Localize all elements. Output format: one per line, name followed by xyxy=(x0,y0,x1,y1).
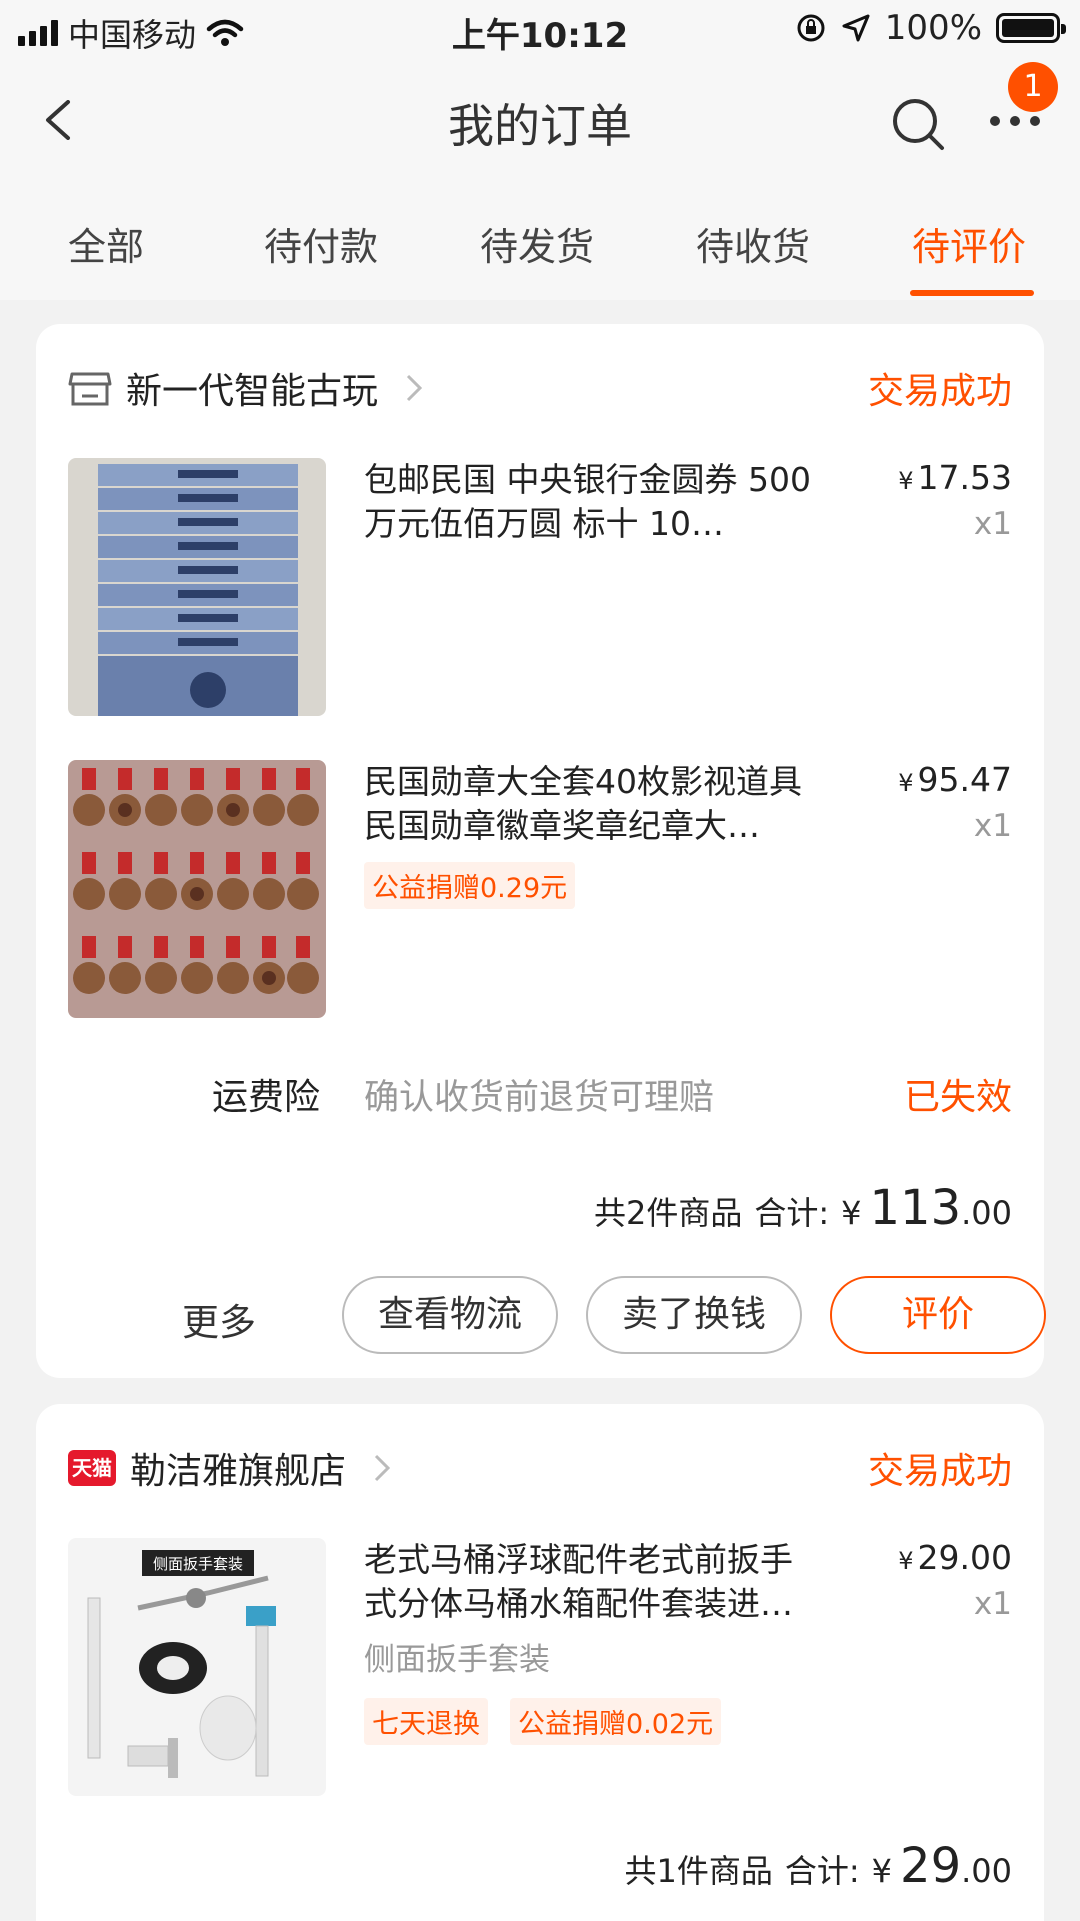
tab-pending-review[interactable]: 待评价 xyxy=(912,216,1026,271)
insurance-description: 确认收货前退货可理赔 xyxy=(364,1077,715,1118)
insurance-label: 运费险 xyxy=(212,1077,321,1118)
charity-tag: 公益捐赠0.29元 xyxy=(364,862,576,909)
order-item[interactable]: 包邮民国 中央银行金圆券 500万元伍佰万圆 标十 10… ¥17.53 x1 xyxy=(68,458,1012,718)
total-currency: ¥ xyxy=(871,1852,893,1890)
charity-tag: 公益捐赠0.02元 xyxy=(510,1698,722,1745)
order-card: 天猫 勒洁雅旗舰店 交易成功 侧面扳手套装 老式马桶浮球配件老式前扳手式分体马桶… xyxy=(36,1404,1044,1921)
product-tags: 公益捐赠0.29元 xyxy=(364,862,576,909)
chevron-right-icon xyxy=(406,374,423,402)
view-logistics-button[interactable]: 查看物流 xyxy=(342,1276,558,1354)
shop-header[interactable]: 天猫 勒洁雅旗舰店 交易成功 xyxy=(68,1438,1012,1498)
status-bar: 中国移动 上午10:12 100% xyxy=(0,0,1080,60)
nav-bar: 我的订单 1 xyxy=(0,60,1080,180)
shop-name: 勒洁雅旗舰店 xyxy=(130,1451,347,1492)
tab-pending-payment[interactable]: 待付款 xyxy=(264,216,378,271)
product-quantity: x1 xyxy=(973,506,1012,542)
tab-all[interactable]: 全部 xyxy=(68,216,144,271)
product-price: ¥95.47 xyxy=(898,760,1012,799)
status-bar-right: 100% xyxy=(795,8,1066,48)
total-label: 合计: xyxy=(754,1194,830,1232)
total-integer: 29 xyxy=(900,1838,962,1894)
tab-active-indicator xyxy=(910,290,1034,296)
product-tags: 七天退换 公益捐赠0.02元 xyxy=(364,1698,722,1745)
order-total: 共2件商品 合计: ¥ 113 .00 xyxy=(594,1180,1012,1236)
item-count: 共1件商品 xyxy=(624,1852,773,1890)
notification-badge: 1 xyxy=(1008,62,1058,112)
return-policy-tag: 七天退换 xyxy=(364,1698,488,1745)
product-image-medals xyxy=(68,760,326,1018)
shipping-insurance-row[interactable]: 运费险 确认收货前退货可理赔 已失效 xyxy=(68,1064,1012,1124)
order-actions: 更多 查看物流 卖了换钱 评价 xyxy=(68,1276,1046,1354)
product-title: 包邮民国 中央银行金圆券 500万元伍佰万圆 标十 10… xyxy=(364,460,811,543)
total-label: 合计: xyxy=(784,1852,860,1890)
resell-button[interactable]: 卖了换钱 xyxy=(586,1276,802,1354)
total-decimal: .00 xyxy=(961,1852,1012,1890)
order-total: 共1件商品 合计: ¥ 29 .00 xyxy=(625,1838,1013,1894)
order-card: 新一代智能古玩 交易成功 包邮民国 中央银行金圆券 500万元伍佰万圆 标十 1… xyxy=(36,324,1046,1378)
product-quantity: x1 xyxy=(973,1586,1012,1622)
more-actions-button[interactable]: 更多 xyxy=(182,1292,256,1346)
product-image-toilet-parts: 侧面扳手套装 xyxy=(68,1538,326,1796)
tab-pending-receipt[interactable]: 待收货 xyxy=(696,216,810,271)
shop-icon xyxy=(68,372,112,406)
product-title: 民国勋章大全套40枚影视道具民国勋章徽章奖章纪章大… xyxy=(364,762,802,845)
total-integer: 113 xyxy=(869,1180,962,1236)
order-status: 交易成功 xyxy=(867,371,1012,412)
chevron-right-icon xyxy=(374,1454,391,1482)
more-icon[interactable] xyxy=(990,116,1046,130)
shop-header[interactable]: 新一代智能古玩 交易成功 xyxy=(68,358,1012,418)
total-decimal: .00 xyxy=(961,1194,1012,1232)
product-quantity: x1 xyxy=(973,808,1012,844)
shop-name: 新一代智能古玩 xyxy=(126,371,379,412)
insurance-status: 已失效 xyxy=(903,1077,1012,1118)
battery-percent: 100% xyxy=(884,8,982,48)
product-sku: 侧面扳手套装 xyxy=(364,1642,550,1678)
product-price: ¥29.00 xyxy=(898,1538,1012,1577)
tab-pending-shipment[interactable]: 待发货 xyxy=(480,216,594,271)
order-status: 交易成功 xyxy=(867,1451,1012,1492)
review-button[interactable]: 评价 xyxy=(830,1276,1046,1354)
total-currency: ¥ xyxy=(841,1194,862,1232)
order-item[interactable]: 侧面扳手套装 老式马桶浮球配件老式前扳手式分体马桶水箱配件套装进… ¥29.00… xyxy=(68,1538,1012,1798)
search-icon[interactable] xyxy=(890,96,946,152)
product-image-banknotes xyxy=(68,458,326,716)
location-arrow-icon xyxy=(842,14,870,42)
product-title: 老式马桶浮球配件老式前扳手式分体马桶水箱配件套装进… xyxy=(364,1540,793,1623)
orientation-lock-icon xyxy=(797,14,825,42)
battery-icon xyxy=(996,13,1066,43)
item-count: 共2件商品 xyxy=(593,1194,743,1232)
tmall-icon: 天猫 xyxy=(68,1450,116,1486)
image-caption: 侧面扳手套装 xyxy=(153,1555,243,1573)
product-price: ¥17.53 xyxy=(898,458,1012,497)
order-item[interactable]: 民国勋章大全套40枚影视道具民国勋章徽章奖章纪章大… ¥95.47 x1 公益捐… xyxy=(68,760,1012,1020)
order-tabs: 全部 待付款 待发货 待收货 待评价 xyxy=(0,180,1080,300)
